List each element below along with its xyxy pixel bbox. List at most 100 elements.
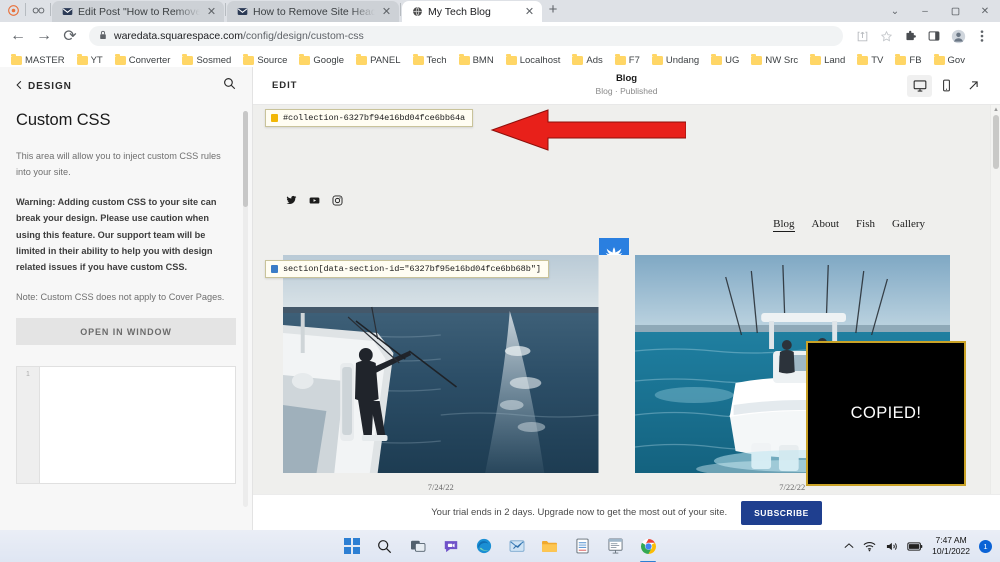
bookmark-item[interactable]: Source [238,53,292,68]
section-marker-icon [271,265,278,273]
new-tab-button[interactable]: + [542,0,564,22]
site-nav-item-blog[interactable]: Blog [773,218,795,232]
notepad-icon[interactable] [573,536,593,556]
tab-title: Edit Post "How to Remove Site H [78,5,200,18]
address-bar[interactable]: waredata.squarespace.com/config/design/c… [89,26,843,46]
bookmark-label: Google [313,55,345,66]
folder-icon [11,54,22,65]
back-to-design-button[interactable]: DESIGN [16,80,72,93]
notification-badge[interactable]: 1 [979,539,992,553]
wifi-icon[interactable] [863,541,876,552]
bookmark-item[interactable]: UG [706,53,744,68]
bookmark-item[interactable]: BMN [454,53,499,68]
minimize-button[interactable]: – [910,0,940,22]
window-app-icon[interactable] [606,536,626,556]
preview-tools [907,74,986,97]
bookmark-item[interactable]: Ads [567,53,607,68]
site-nav-item-about[interactable]: About [812,218,840,232]
navigation-toolbar: ← → ⟳ waredata.squarespace.com/config/de… [0,22,1000,50]
browser-tab[interactable]: Edit Post "How to Remove Site H ✕ [52,1,224,22]
bookmark-item[interactable]: NW Src [746,53,803,68]
battery-icon[interactable] [907,541,923,551]
close-icon[interactable]: ✕ [380,5,393,18]
sidebar-scrollbar[interactable] [243,111,248,507]
mobile-view-icon[interactable] [934,75,959,97]
open-external-icon[interactable] [961,75,986,97]
subscribe-button[interactable]: SUBSCRIBE [741,500,822,525]
bookmark-item[interactable]: Land [805,53,850,68]
preview-page-title: Blog [615,73,638,85]
taskbar-clock[interactable]: 7:47 AM 10/1/2022 [932,535,970,556]
folder-icon [614,54,626,65]
preview-scrollbar[interactable]: ▲ ▼ [990,105,1000,530]
back-button[interactable]: ← [6,24,30,48]
twitter-icon[interactable] [286,193,297,211]
bookmark-item[interactable]: PANEL [351,53,405,68]
collection-id-text: #collection-6327bf94e16bd04fce6bb64a [283,113,466,123]
chat-icon[interactable] [441,536,461,556]
search-icon[interactable] [375,536,395,556]
css-editor[interactable]: 1 [16,366,236,484]
bookmark-item[interactable]: Google [294,53,349,68]
reload-button[interactable]: ⟳ [58,24,82,48]
chevron-up-icon[interactable] [844,542,854,550]
bookmark-item[interactable]: Undang [647,53,704,68]
folder-icon [751,54,763,65]
side-panel-icon[interactable] [922,24,946,48]
close-window-button[interactable]: ✕ [970,0,1000,22]
windows-start-icon[interactable] [342,536,362,556]
desktop-view-icon[interactable] [907,74,932,97]
chrome-menu-icon[interactable] [970,24,994,48]
preview-header: EDIT Blog Blog · Published [253,67,1000,105]
browser-tab[interactable]: How to Remove Site Header Squ ✕ [227,1,399,22]
folder-icon [299,54,311,65]
search-icon[interactable] [223,77,236,95]
bookmark-item[interactable]: TV [852,53,888,68]
edge-icon[interactable] [474,536,494,556]
tab-groups-icon[interactable] [29,2,47,20]
bookmark-item[interactable]: Gov [929,53,970,68]
bookmark-item[interactable]: YT [72,53,108,68]
open-in-window-button[interactable]: OPEN IN WINDOW [16,318,236,345]
bookmark-label: Localhost [519,55,561,66]
mail-icon[interactable] [507,536,527,556]
tab-search-icon[interactable]: ⌄ [880,0,910,22]
share-icon[interactable] [850,24,874,48]
blog-post-item[interactable]: 7/24/22 [283,255,599,530]
scrollbar-thumb[interactable] [993,115,999,169]
edit-button[interactable]: EDIT [272,80,297,91]
bookmark-label: YT [90,55,103,66]
forward-button[interactable]: → [32,24,56,48]
task-view-icon[interactable] [408,536,428,556]
extensions-icon[interactable] [898,24,922,48]
maximize-button[interactable] [940,0,970,22]
bookmark-item[interactable]: MASTER [6,53,70,68]
site-navigation: Blog About Fish Gallery [773,218,925,232]
bookmark-item[interactable]: Converter [110,53,176,68]
youtube-icon[interactable] [309,193,320,211]
site-nav-item-fish[interactable]: Fish [856,218,875,232]
file-explorer-icon[interactable] [540,536,560,556]
windows-taskbar: 7:47 AM 10/1/2022 1 [0,530,1000,562]
close-icon[interactable]: ✕ [205,5,218,18]
bookmark-label: PANEL [370,55,401,66]
bookmark-label: Source [257,55,288,66]
bookmark-item[interactable]: FB [890,53,926,68]
site-nav-item-gallery[interactable]: Gallery [892,218,925,232]
chrome-icon[interactable] [639,536,659,562]
close-icon[interactable]: ✕ [523,5,536,18]
browser-tab-active[interactable]: My Tech Blog ✕ [402,1,542,22]
instagram-icon[interactable] [332,193,343,211]
scroll-up-arrow-icon[interactable]: ▲ [991,105,1000,115]
bookmark-label: Undang [665,55,700,66]
volume-icon[interactable] [885,541,898,552]
tab-separator [25,2,26,16]
bookmark-item[interactable]: Tech [408,53,452,68]
profile-avatar[interactable] [946,24,970,48]
bookmark-star-icon[interactable] [874,24,898,48]
scrollbar-thumb[interactable] [243,111,248,207]
bookmark-item[interactable]: Localhost [501,53,566,68]
bookmark-item[interactable]: Sosmed [177,53,236,68]
tab-title: How to Remove Site Header Squ [253,5,375,18]
bookmark-item[interactable]: F7 [610,53,645,68]
